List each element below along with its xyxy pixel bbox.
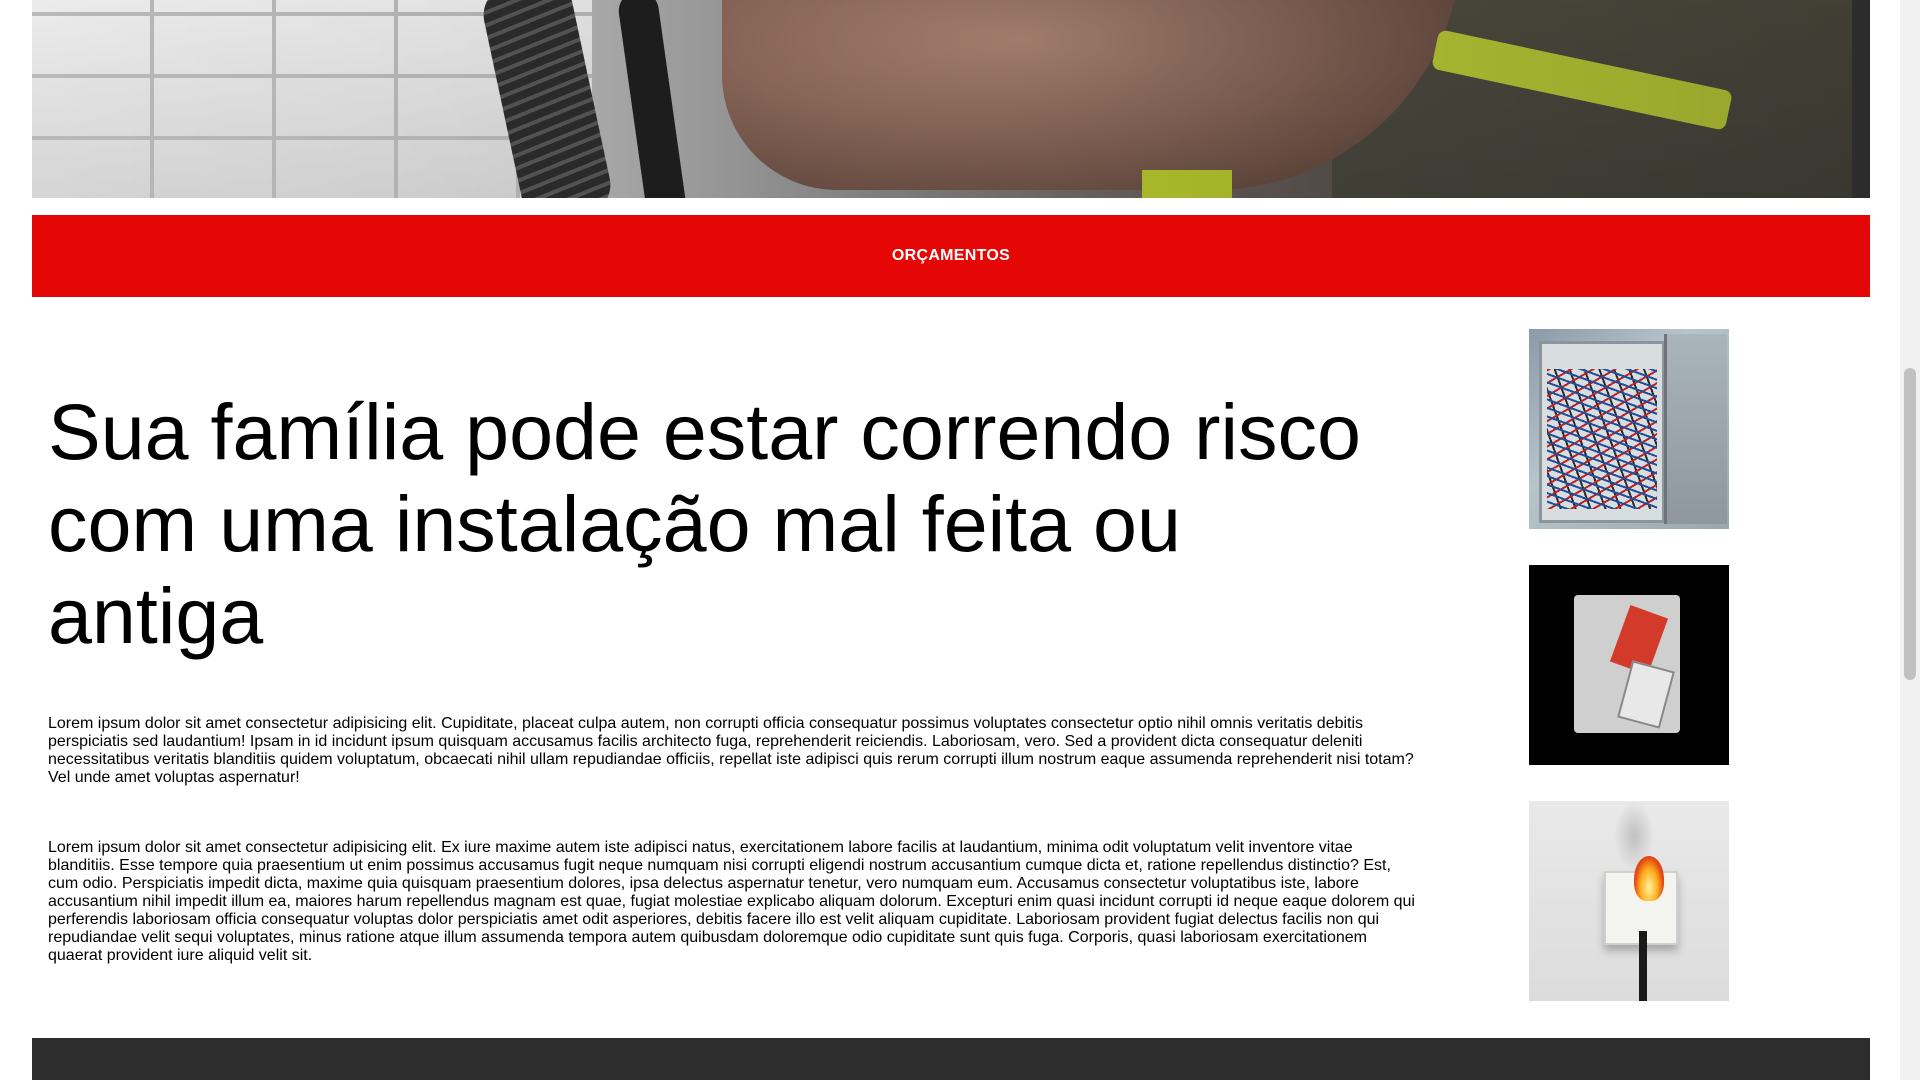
page-headline: Sua família pode estar correndo risco co… bbox=[48, 387, 1361, 660]
hero-shade bbox=[32, 0, 1870, 198]
orcamentos-button[interactable]: ORÇAMENTOS bbox=[32, 215, 1870, 297]
electrical-panel-photo bbox=[1529, 329, 1729, 529]
page: ORÇAMENTOS Sua família pode estar corren… bbox=[0, 0, 1920, 1080]
hero-image bbox=[32, 0, 1870, 198]
paragraph-1: Lorem ipsum dolor sit amet consectetur a… bbox=[48, 715, 1414, 786]
power-cord bbox=[1639, 931, 1647, 1001]
scrollbar-thumb[interactable] bbox=[1904, 368, 1916, 680]
vertical-scrollbar[interactable] bbox=[1900, 0, 1920, 1080]
orcamentos-label: ORÇAMENTOS bbox=[891, 247, 1011, 264]
main-content: Sua família pode estar correndo risco co… bbox=[48, 300, 1418, 965]
paragraph-2: Lorem ipsum dolor sit amet consectetur a… bbox=[48, 839, 1415, 964]
flame-icon bbox=[1634, 856, 1664, 901]
overloaded-outlet-photo bbox=[1529, 565, 1729, 765]
footer bbox=[32, 1038, 1870, 1080]
panel-door bbox=[1664, 334, 1727, 524]
burning-socket-photo bbox=[1529, 801, 1729, 1001]
panel-wires bbox=[1547, 369, 1657, 509]
